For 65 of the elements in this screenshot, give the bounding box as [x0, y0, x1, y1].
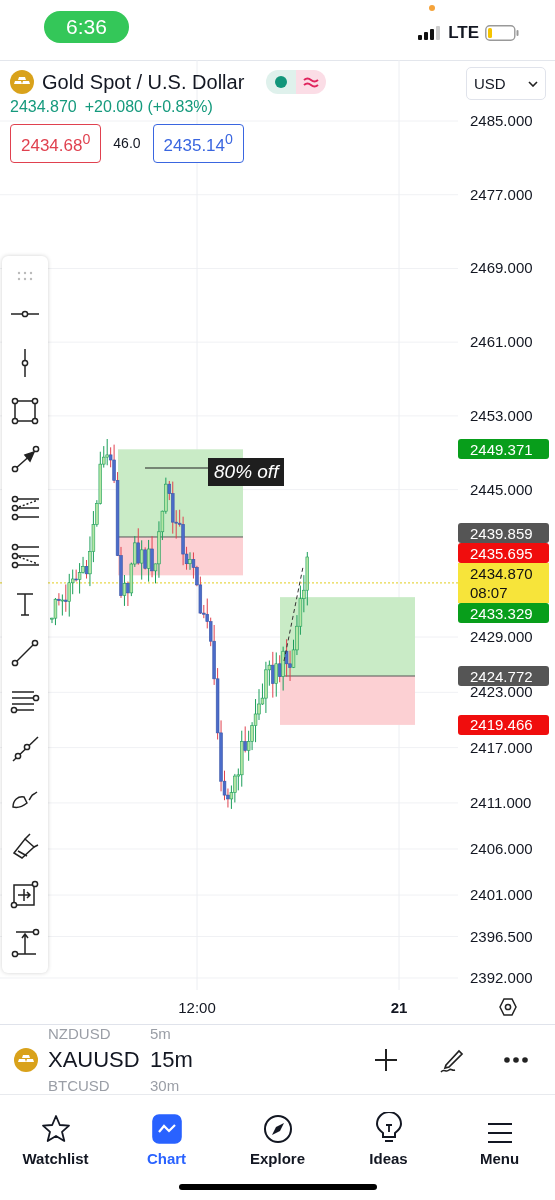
highlighter-icon[interactable]	[10, 831, 40, 862]
price-tick: 2417.000	[470, 740, 533, 755]
symbol-option[interactable]: XAUUSD	[48, 1046, 140, 1073]
wave-icon	[303, 76, 320, 88]
settings-icon[interactable]	[498, 997, 518, 1017]
compass-icon	[262, 1114, 293, 1144]
ray-icon[interactable]	[10, 734, 40, 765]
price-tick: 2445.000	[470, 482, 533, 497]
time-label: 12:00	[178, 999, 216, 1016]
price-tick: 2485.000	[470, 114, 533, 128]
currency-select[interactable]: USD	[466, 67, 546, 100]
price-tick: 2477.000	[470, 187, 533, 202]
price-tag: 2439.859	[458, 523, 549, 544]
symbol-title: Gold Spot / U.S. Dollar	[42, 70, 245, 94]
measure-icon[interactable]	[10, 879, 40, 910]
arrow-icon[interactable]	[10, 444, 40, 475]
price-tick: 2396.500	[470, 929, 533, 944]
chevron-down-icon	[528, 80, 538, 87]
price-tick: 2469.000	[470, 261, 533, 276]
nav-tab[interactable]: Ideas	[338, 1105, 439, 1167]
trend-line-icon[interactable]	[10, 637, 40, 668]
coin-icon	[10, 70, 34, 94]
price-tag: 2434.870 08:07	[458, 563, 549, 604]
signal-icon	[418, 26, 443, 40]
spread-value: 46.0	[113, 135, 141, 152]
plus-icon[interactable]	[373, 1046, 399, 1073]
price-range-icon[interactable]	[10, 927, 40, 958]
chart-icon	[151, 1114, 182, 1144]
grip-icon[interactable]	[17, 271, 33, 282]
price-tag: 2419.466	[458, 714, 549, 735]
buy-button[interactable]: 2435.14$^{0}$	[152, 124, 244, 163]
price-change: +20.080 (+0.83%)	[84, 98, 213, 116]
status-time: 6:36	[44, 11, 129, 43]
price-tick: 2429.000	[470, 630, 533, 645]
market-open-icon	[275, 76, 288, 88]
price-tick: 2401.000	[470, 888, 533, 903]
price-tick: 2461.000	[470, 335, 533, 350]
leader-line	[144, 467, 209, 469]
nav-tab[interactable]: Explore	[227, 1105, 328, 1167]
price-tick: 2392.000	[470, 971, 533, 985]
price-tick: 2406.000	[470, 842, 533, 856]
price-tick: 2453.000	[470, 408, 533, 423]
lightbulb-icon	[375, 1112, 402, 1144]
nav-tab[interactable]: Menu	[449, 1105, 550, 1167]
more-icon[interactable]	[503, 1055, 529, 1064]
price-tag: 2449.371	[458, 439, 549, 460]
nav-tab[interactable]: Chart	[116, 1105, 217, 1167]
price-tag: 2435.695	[458, 543, 549, 564]
menu-icon	[486, 1122, 513, 1144]
sell-button[interactable]: 2434.68$^{0}$	[10, 124, 102, 163]
nav-tab[interactable]: Watchlist	[5, 1105, 106, 1167]
price-tag: 2433.329	[458, 603, 549, 624]
interval-option[interactable]: 15m	[150, 1046, 193, 1073]
time-label: 21	[390, 999, 408, 1016]
indicator-dot	[429, 5, 436, 11]
network-label: LTE	[448, 23, 479, 43]
rectangle-icon[interactable]	[10, 396, 40, 427]
price-tag: 2424.772	[458, 666, 549, 686]
price-tick: 2411.000	[470, 795, 532, 810]
last-price: 2434.870	[10, 98, 77, 116]
battery-icon	[485, 25, 519, 41]
coin-icon	[14, 1047, 38, 1072]
star-icon	[40, 1114, 71, 1144]
annotation-label[interactable]: 80% off	[208, 458, 285, 486]
price-tick: 2423.000	[470, 685, 533, 700]
